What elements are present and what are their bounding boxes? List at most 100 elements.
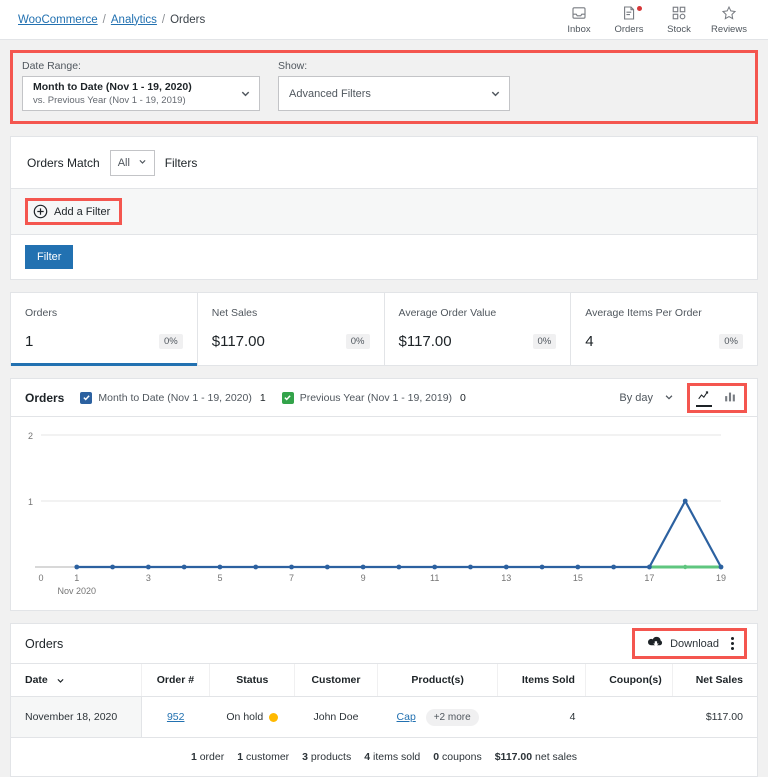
kpi-value: $117.00 — [212, 333, 265, 350]
chart-header: Orders Month to Date (Nov 1 - 19, 2020) … — [11, 379, 757, 417]
summary-item: $117.00 net sales — [495, 751, 577, 763]
kpi-value: $117.00 — [399, 333, 452, 350]
legend-value: 0 — [460, 392, 466, 404]
chevron-down-icon — [56, 674, 65, 686]
column-header-date[interactable]: Date — [11, 664, 141, 697]
orders-match-select[interactable]: All — [110, 150, 155, 176]
kpi-delta-badge: 0% — [719, 334, 743, 349]
stock-label: Stock — [667, 24, 691, 35]
orders-icon — [621, 5, 637, 22]
order-number-link[interactable]: 952 — [167, 711, 185, 723]
column-header-order-number[interactable]: Order # — [141, 664, 210, 697]
summary-cards: Orders 1 0% Net Sales $117.00 0% Average… — [10, 292, 758, 366]
svg-text:2: 2 — [28, 431, 33, 441]
products-more-badge[interactable]: +2 more — [426, 709, 479, 726]
kpi-delta-badge: 0% — [533, 334, 557, 349]
breadcrumb-item-woocommerce[interactable]: WooCommerce — [18, 14, 98, 26]
cell-items-sold: 4 — [498, 697, 586, 738]
reviews-button[interactable]: Reviews — [704, 5, 754, 35]
column-header-customer[interactable]: Customer — [295, 664, 378, 697]
chart-interval-select[interactable]: By day — [619, 392, 675, 404]
column-header-status[interactable]: Status — [210, 664, 295, 697]
kpi-title: Average Items Per Order — [585, 307, 743, 319]
product-link[interactable]: Cap — [397, 711, 416, 723]
add-filter-button[interactable]: Add a Filter — [25, 198, 122, 225]
chart-plot-area: 120135791113151719Nov 2020 — [11, 417, 757, 610]
column-header-net-sales[interactable]: Net Sales — [672, 664, 757, 697]
svg-text:7: 7 — [289, 573, 294, 583]
date-range-group: Date Range: Month to Date (Nov 1 - 19, 2… — [22, 60, 260, 111]
svg-text:11: 11 — [430, 573, 439, 583]
kpi-card-average-items-per-order[interactable]: Average Items Per Order 4 0% — [571, 293, 757, 365]
kebab-menu-icon[interactable] — [725, 633, 740, 654]
column-header-items-sold[interactable]: Items Sold — [498, 664, 586, 697]
cell-coupons — [585, 697, 672, 738]
chevron-down-icon — [664, 392, 675, 403]
svg-text:19: 19 — [716, 573, 726, 583]
date-range-label: Date Range: — [22, 60, 260, 72]
cloud-download-icon — [648, 635, 664, 652]
cell-customer: John Doe — [295, 697, 378, 738]
orders-match-suffix: Filters — [165, 156, 198, 170]
orders-label: Orders — [614, 24, 643, 35]
status-label: On hold — [226, 711, 263, 723]
date-range-compare: vs. Previous Year (Nov 1 - 19, 2019) — [33, 95, 186, 106]
checkbox-checked-icon — [80, 392, 92, 404]
date-range-select[interactable]: Month to Date (Nov 1 - 19, 2020) vs. Pre… — [22, 76, 260, 111]
kpi-card-net-sales[interactable]: Net Sales $117.00 0% — [198, 293, 385, 365]
line-chart-icon — [697, 390, 711, 406]
filter-button[interactable]: Filter — [25, 245, 73, 269]
advanced-filters-panel: Orders Match All Filters Add a Filter Fi — [10, 136, 758, 280]
svg-text:3: 3 — [146, 573, 151, 583]
legend-item-current[interactable]: Month to Date (Nov 1 - 19, 2020) 1 — [80, 392, 265, 404]
kpi-title: Net Sales — [212, 307, 370, 319]
stock-button[interactable]: Stock — [654, 5, 704, 35]
inbox-label: Inbox — [567, 24, 590, 35]
plus-circle-icon — [33, 204, 48, 219]
download-label: Download — [670, 638, 719, 650]
legend-value: 1 — [260, 392, 266, 404]
orders-table-summary: 1 order1 customer3 products4 items sold0… — [11, 738, 757, 776]
top-bar-icon-group: Inbox Orders Stock — [554, 5, 754, 35]
orders-line-chart: 120135791113151719Nov 2020 — [11, 423, 737, 603]
kpi-title: Average Order Value — [399, 307, 557, 319]
line-chart-toggle-button[interactable] — [691, 387, 717, 409]
download-button[interactable]: Download — [642, 634, 725, 653]
chart-title: Orders — [25, 391, 64, 405]
page-content: Date Range: Month to Date (Nov 1 - 19, 2… — [0, 40, 768, 777]
svg-text:17: 17 — [644, 573, 654, 583]
orders-button[interactable]: Orders — [604, 5, 654, 35]
orders-table-body: November 18, 2020 952 On hold John Doe C… — [11, 697, 757, 738]
svg-text:15: 15 — [573, 573, 583, 583]
bar-chart-toggle-button[interactable] — [717, 387, 743, 409]
svg-text:1: 1 — [28, 497, 33, 507]
orders-table-header: Orders Download — [11, 624, 757, 664]
svg-text:0: 0 — [38, 573, 43, 583]
svg-text:13: 13 — [501, 573, 511, 583]
column-header-coupons[interactable]: Coupon(s) — [585, 664, 672, 697]
cell-date: November 18, 2020 — [11, 697, 141, 738]
show-value: Advanced Filters — [289, 88, 371, 100]
cell-products: Cap +2 more — [377, 697, 498, 738]
svg-text:1: 1 — [74, 573, 79, 583]
svg-text:Nov 2020: Nov 2020 — [58, 586, 97, 596]
add-filter-label: Add a Filter — [54, 206, 110, 218]
orders-chart-card: Orders Month to Date (Nov 1 - 19, 2020) … — [10, 378, 758, 611]
filter-apply-row: Filter — [11, 235, 757, 279]
inbox-button[interactable]: Inbox — [554, 5, 604, 35]
kpi-delta-badge: 0% — [346, 334, 370, 349]
legend-item-previous[interactable]: Previous Year (Nov 1 - 19, 2019) 0 — [282, 392, 466, 404]
breadcrumb-item-analytics[interactable]: Analytics — [111, 14, 157, 26]
kpi-card-orders[interactable]: Orders 1 0% — [11, 293, 198, 365]
download-controls: Download — [632, 628, 747, 659]
column-header-products[interactable]: Product(s) — [377, 664, 498, 697]
cell-order-number: 952 — [141, 697, 210, 738]
chart-interval-value: By day — [619, 392, 653, 404]
breadcrumb: WooCommerce / Analytics / Orders — [18, 14, 205, 26]
orders-table-head-row: Date Order # Status Customer Product(s) … — [11, 664, 757, 697]
kpi-card-average-order-value[interactable]: Average Order Value $117.00 0% — [385, 293, 572, 365]
show-select[interactable]: Advanced Filters — [278, 76, 510, 111]
status-indicator-dot — [269, 713, 278, 722]
orders-match-row: Orders Match All Filters — [11, 137, 757, 189]
orders-match-prefix: Orders Match — [27, 156, 100, 170]
